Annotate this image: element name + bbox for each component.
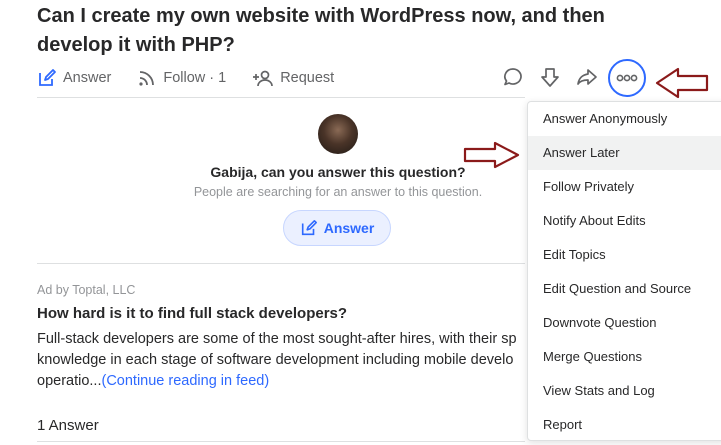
pencil-square-icon bbox=[301, 219, 317, 236]
down-arrow-icon bbox=[541, 68, 559, 87]
downvote-button[interactable] bbox=[537, 64, 563, 90]
answer-prompt-subtitle: People are searching for an answer to th… bbox=[193, 185, 483, 199]
menu-item-notify-about-edits[interactable]: Notify About Edits bbox=[528, 204, 721, 238]
ad-body[interactable]: Full-stack developers are some of the mo… bbox=[37, 329, 523, 392]
follow-action-button[interactable]: Follow · 1 bbox=[137, 68, 226, 88]
menu-item-report[interactable]: Report bbox=[528, 408, 721, 442]
avatar[interactable] bbox=[318, 114, 358, 154]
share-button[interactable] bbox=[574, 64, 600, 90]
annotation-arrow-right bbox=[655, 67, 709, 99]
answer-button-label: Answer bbox=[323, 220, 375, 236]
ad-body-line: Full-stack developers are some of the mo… bbox=[37, 331, 517, 347]
menu-item-view-stats-and-log[interactable]: View Stats and Log bbox=[528, 374, 721, 408]
menu-item-downvote-question[interactable]: Downvote Question bbox=[528, 306, 721, 340]
answers-count: 1 Answer bbox=[37, 417, 99, 434]
menu-item-edit-topics[interactable]: Edit Topics bbox=[528, 238, 721, 272]
question-secondary-actions bbox=[500, 64, 611, 90]
menu-item-answer-later[interactable]: Answer Later bbox=[528, 136, 721, 170]
answer-button[interactable]: Answer bbox=[283, 210, 391, 246]
more-options-menu: Answer Anonymously Answer Later Follow P… bbox=[527, 101, 721, 441]
signal-waves-icon bbox=[139, 71, 155, 86]
request-action-label: Request bbox=[280, 70, 335, 86]
ad-body-line: knowledge in each stage of software deve… bbox=[37, 352, 514, 368]
follow-count: · 1 bbox=[209, 70, 227, 86]
ad-sponsor-label[interactable]: Ad by Toptal, LLC bbox=[37, 283, 135, 297]
ad-body-truncated: operatio... bbox=[37, 373, 102, 389]
follow-action-label: Follow bbox=[163, 70, 206, 86]
menu-item-edit-question-and-source[interactable]: Edit Question and Source bbox=[528, 272, 721, 306]
section-divider bbox=[37, 263, 525, 264]
answer-action-button[interactable]: Answer bbox=[37, 68, 111, 88]
menu-item-follow-privately[interactable]: Follow Privately bbox=[528, 170, 721, 204]
share-arrow-icon bbox=[577, 69, 597, 85]
menu-item-merge-questions[interactable]: Merge Questions bbox=[528, 340, 721, 374]
answer-prompt-title: Gabija, can you answer this question? bbox=[210, 164, 466, 180]
annotation-arrow-left bbox=[463, 141, 520, 169]
pencil-square-icon bbox=[39, 69, 56, 86]
person-plus-icon bbox=[253, 70, 274, 87]
more-options-button[interactable] bbox=[608, 59, 646, 97]
answer-action-label: Answer bbox=[63, 70, 112, 86]
section-divider bbox=[37, 97, 525, 98]
ad-body-line: operatio...(Continue reading in feed) bbox=[37, 371, 523, 392]
section-divider bbox=[37, 441, 525, 442]
more-dots-icon bbox=[616, 74, 638, 82]
continue-reading-link[interactable]: (Continue reading in feed) bbox=[102, 373, 270, 389]
comment-button[interactable] bbox=[500, 64, 526, 90]
menu-item-answer-anonymously[interactable]: Answer Anonymously bbox=[528, 102, 721, 136]
question-action-bar: Answer Follow · 1 Request bbox=[37, 66, 360, 90]
ad-title[interactable]: How hard is it to find full stack develo… bbox=[37, 305, 347, 322]
comment-bubble-icon bbox=[504, 68, 522, 86]
question-title[interactable]: Can I create my own website with WordPre… bbox=[37, 2, 677, 60]
request-action-button[interactable]: Request bbox=[252, 68, 334, 88]
